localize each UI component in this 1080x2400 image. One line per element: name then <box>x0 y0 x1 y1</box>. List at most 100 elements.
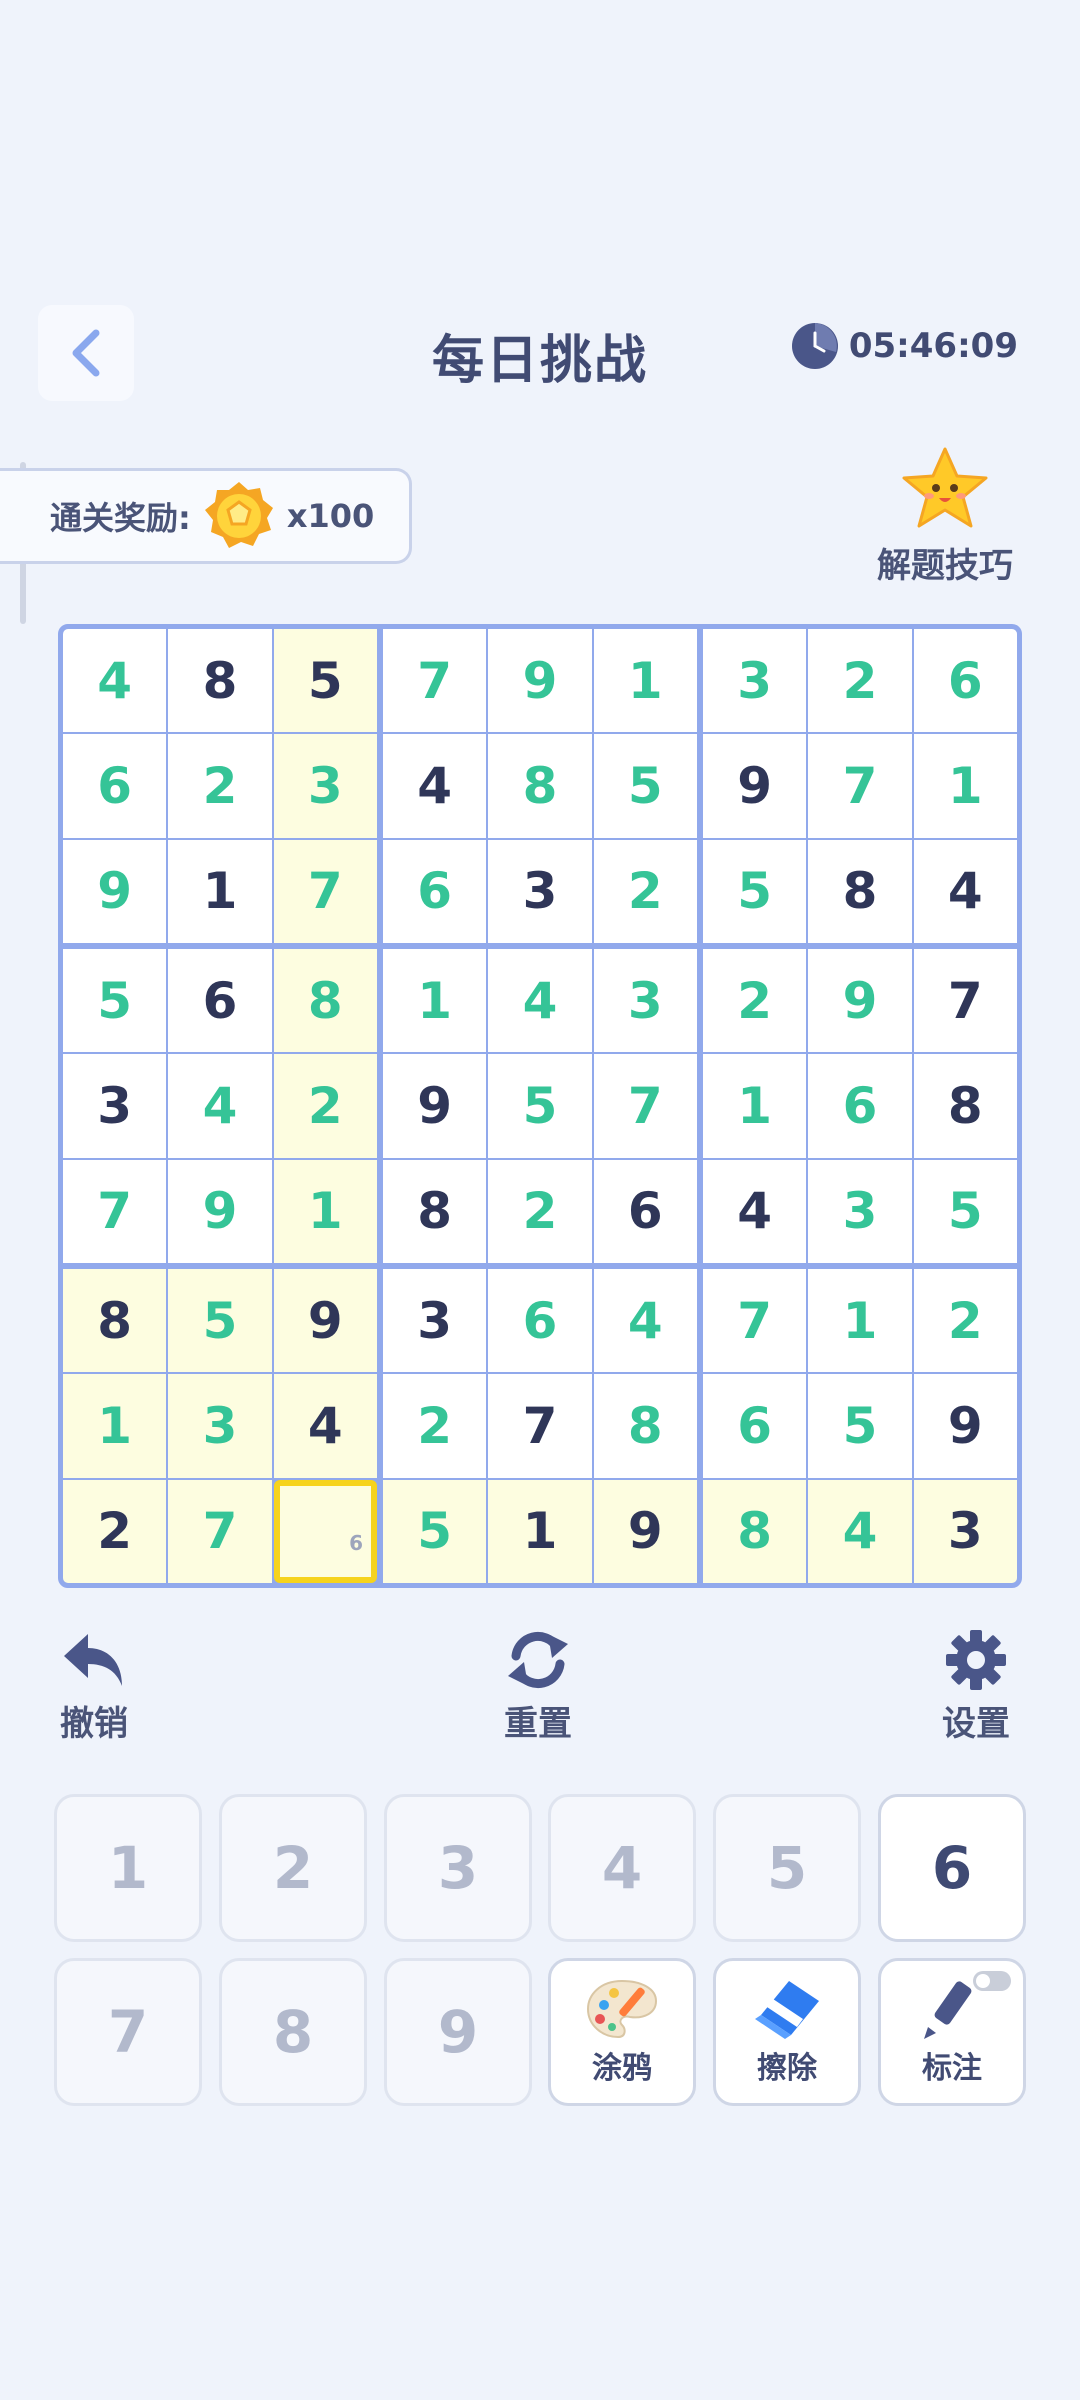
sudoku-cell[interactable]: 2 <box>488 1159 592 1263</box>
sudoku-cell[interactable]: 2 <box>383 1374 487 1478</box>
sudoku-cell[interactable]: 4 <box>273 1374 377 1478</box>
sudoku-cell[interactable]: 4 <box>168 1054 272 1158</box>
sudoku-cell[interactable]: 8 <box>63 1269 167 1373</box>
undo-button[interactable]: 撤销 <box>60 1628 128 1745</box>
sudoku-cell[interactable]: 6 <box>383 839 487 943</box>
sudoku-cell[interactable]: 1 <box>593 629 697 733</box>
sudoku-cell[interactable]: 1 <box>63 1374 167 1478</box>
sudoku-cell[interactable]: 2 <box>703 949 807 1053</box>
mark-button[interactable]: 标注 <box>878 1958 1026 2106</box>
sudoku-cell[interactable]: 5 <box>703 839 807 943</box>
number-key-3[interactable]: 3 <box>384 1794 532 1942</box>
number-key-2[interactable]: 2 <box>219 1794 367 1942</box>
sudoku-cell[interactable]: 1 <box>168 839 272 943</box>
sudoku-cell[interactable]: 5 <box>168 1269 272 1373</box>
sudoku-cell[interactable]: 6 <box>913 629 1017 733</box>
sudoku-cell[interactable]: 3 <box>383 1269 487 1373</box>
sudoku-cell[interactable]: 8 <box>808 839 912 943</box>
sudoku-cell[interactable]: 8 <box>703 1479 807 1583</box>
sudoku-cell[interactable]: 3 <box>273 734 377 838</box>
sudoku-cell[interactable]: 7 <box>63 1159 167 1263</box>
sudoku-cell[interactable]: 5 <box>273 629 377 733</box>
sudoku-cell[interactable]: 1 <box>273 1159 377 1263</box>
sudoku-cell[interactable]: 3 <box>593 949 697 1053</box>
sudoku-cell[interactable]: 6 <box>703 1374 807 1478</box>
number-key-9[interactable]: 9 <box>384 1958 532 2106</box>
sudoku-cell[interactable]: 3 <box>913 1479 1017 1583</box>
sudoku-cell[interactable]: 7 <box>383 629 487 733</box>
sudoku-cell[interactable]: 4 <box>488 949 592 1053</box>
gear-icon <box>946 1630 1006 1690</box>
pencil-note: 6 <box>349 1530 363 1555</box>
sudoku-cell[interactable]: 9 <box>488 629 592 733</box>
doodle-button[interactable]: 涂鸦 <box>548 1958 696 2106</box>
number-key-1[interactable]: 1 <box>54 1794 202 1942</box>
sudoku-cell[interactable]: 5 <box>383 1479 487 1583</box>
sudoku-cell[interactable]: 8 <box>168 629 272 733</box>
sudoku-cell[interactable]: 3 <box>808 1159 912 1263</box>
sudoku-cell[interactable]: 6 <box>168 949 272 1053</box>
sudoku-cell[interactable]: 2 <box>273 1054 377 1158</box>
sudoku-cell[interactable]: 2 <box>913 1269 1017 1373</box>
number-key-7[interactable]: 7 <box>54 1958 202 2106</box>
sudoku-cell[interactable]: 6 <box>63 734 167 838</box>
sudoku-cell[interactable]: 9 <box>383 1054 487 1158</box>
sudoku-cell[interactable]: 1 <box>383 949 487 1053</box>
sudoku-cell[interactable]: 4 <box>383 734 487 838</box>
sudoku-cell[interactable]: 4 <box>808 1479 912 1583</box>
sudoku-cell[interactable]: 7 <box>168 1479 272 1583</box>
number-key-6[interactable]: 6 <box>878 1794 1026 1942</box>
number-key-5[interactable]: 5 <box>713 1794 861 1942</box>
sudoku-cell[interactable]: 1 <box>488 1479 592 1583</box>
sudoku-cell[interactable]: 7 <box>703 1269 807 1373</box>
sudoku-cell[interactable]: 9 <box>168 1159 272 1263</box>
sudoku-cell[interactable]: 5 <box>808 1374 912 1478</box>
sudoku-cell[interactable]: 4 <box>593 1269 697 1373</box>
sudoku-cell[interactable]: 1 <box>913 734 1017 838</box>
sudoku-cell[interactable]: 5 <box>63 949 167 1053</box>
sudoku-cell[interactable]: 7 <box>488 1374 592 1478</box>
sudoku-cell[interactable]: 7 <box>593 1054 697 1158</box>
sudoku-cell[interactable]: 9 <box>63 839 167 943</box>
sudoku-cell[interactable]: 9 <box>273 1269 377 1373</box>
number-key-4[interactable]: 4 <box>548 1794 696 1942</box>
sudoku-cell[interactable]: 3 <box>703 629 807 733</box>
sudoku-cell[interactable]: 6 <box>488 1269 592 1373</box>
sudoku-cell[interactable]: 3 <box>63 1054 167 1158</box>
sudoku-cell[interactable]: 6 <box>808 1054 912 1158</box>
sudoku-cell[interactable]: 8 <box>273 949 377 1053</box>
sudoku-cell[interactable]: 7 <box>808 734 912 838</box>
sudoku-cell[interactable]: 1 <box>808 1269 912 1373</box>
sudoku-cell[interactable]: 5 <box>913 1159 1017 1263</box>
sudoku-cell[interactable]: 2 <box>593 839 697 943</box>
sudoku-cell[interactable]: 8 <box>383 1159 487 1263</box>
sudoku-cell[interactable]: 8 <box>593 1374 697 1478</box>
sudoku-cell[interactable]: 6 <box>593 1159 697 1263</box>
number-key-8[interactable]: 8 <box>219 1958 367 2106</box>
reset-button[interactable]: 重置 <box>504 1628 572 1745</box>
sudoku-cell[interactable]: 8 <box>488 734 592 838</box>
sudoku-cell[interactable]: 8 <box>913 1054 1017 1158</box>
sudoku-cell[interactable]: 1 <box>703 1054 807 1158</box>
sudoku-cell[interactable]: 4 <box>703 1159 807 1263</box>
sudoku-cell[interactable]: 6 <box>273 1479 377 1583</box>
sudoku-cell[interactable]: 2 <box>808 629 912 733</box>
tips-button[interactable]: 解题技巧 <box>870 446 1020 587</box>
sudoku-cell[interactable]: 4 <box>63 629 167 733</box>
sudoku-cell[interactable]: 7 <box>913 949 1017 1053</box>
sudoku-cell[interactable]: 5 <box>593 734 697 838</box>
sudoku-cell[interactable]: 7 <box>273 839 377 943</box>
settings-button[interactable]: 设置 <box>942 1628 1010 1745</box>
sudoku-cell[interactable]: 3 <box>168 1374 272 1478</box>
sudoku-cell[interactable]: 9 <box>913 1374 1017 1478</box>
sudoku-cell[interactable]: 4 <box>913 839 1017 943</box>
mark-toggle[interactable] <box>973 1971 1011 1991</box>
sudoku-cell[interactable]: 9 <box>593 1479 697 1583</box>
sudoku-cell[interactable]: 3 <box>488 839 592 943</box>
sudoku-cell[interactable]: 9 <box>703 734 807 838</box>
sudoku-cell[interactable]: 2 <box>63 1479 167 1583</box>
sudoku-cell[interactable]: 5 <box>488 1054 592 1158</box>
sudoku-cell[interactable]: 9 <box>808 949 912 1053</box>
erase-button[interactable]: 擦除 <box>713 1958 861 2106</box>
sudoku-cell[interactable]: 2 <box>168 734 272 838</box>
